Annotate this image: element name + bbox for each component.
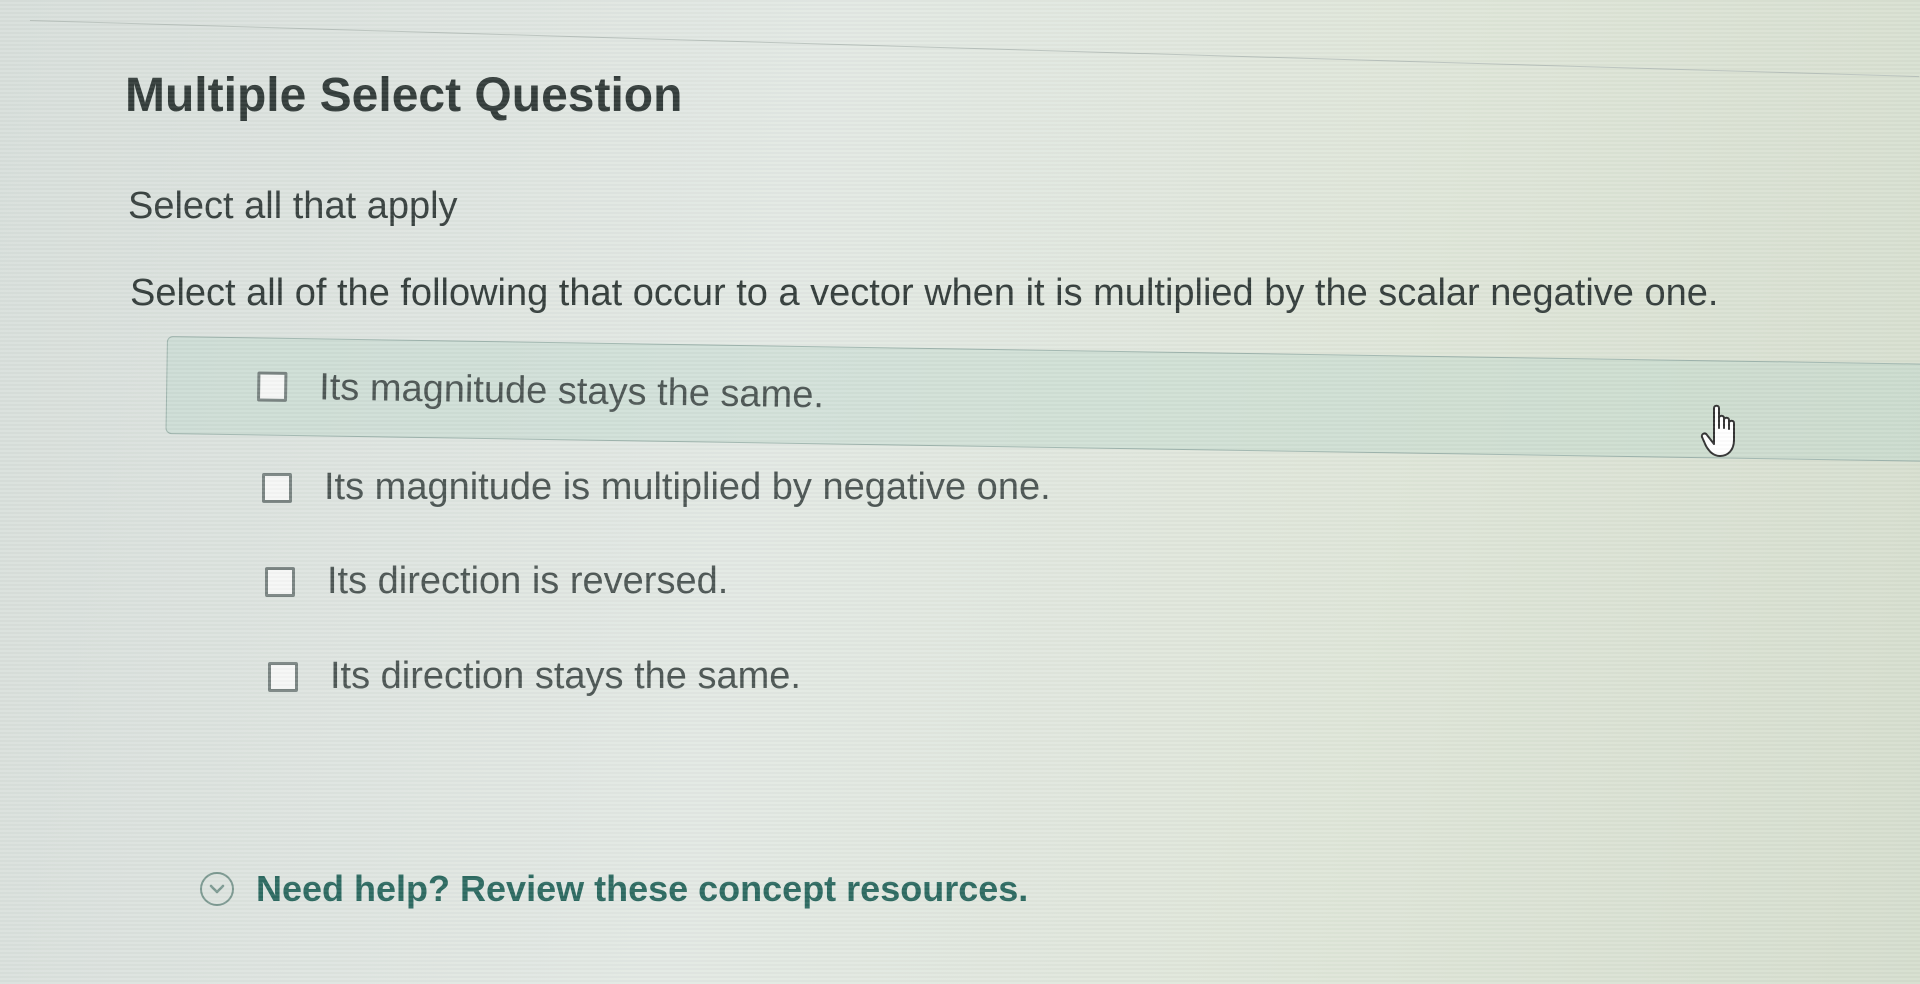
question-panel: Multiple Select Question Select all that… (0, 0, 1920, 984)
option-row-4[interactable]: Its direction stays the same. (268, 655, 801, 698)
option-row-2[interactable]: Its magnitude is multiplied by negative … (262, 466, 1051, 509)
option-row-1[interactable]: Its magnitude stays the same. (165, 336, 1920, 462)
chevron-down-icon (200, 872, 234, 906)
option-label-4: Its direction stays the same. (330, 655, 801, 697)
hand-pointer-icon (1700, 404, 1735, 457)
instructions-text: Select all that apply (128, 185, 458, 227)
help-resources-link[interactable]: Need help? Review these concept resource… (200, 868, 1028, 910)
page-title: Multiple Select Question (125, 69, 683, 122)
option-checkbox-1[interactable] (256, 371, 288, 402)
option-checkbox-4[interactable] (268, 661, 298, 692)
option-label-2: Its magnitude is multiplied by negative … (324, 466, 1051, 508)
option-checkbox-3[interactable] (265, 566, 295, 597)
help-link-text: Need help? Review these concept resource… (256, 868, 1029, 909)
option-checkbox-2[interactable] (262, 472, 292, 503)
option-row-3[interactable]: Its direction is reversed. (265, 560, 728, 603)
question-prompt: Select all of the following that occur t… (130, 272, 1719, 314)
option-label-1: Its magnitude stays the same. (318, 365, 825, 416)
option-label-3: Its direction is reversed. (327, 560, 729, 602)
